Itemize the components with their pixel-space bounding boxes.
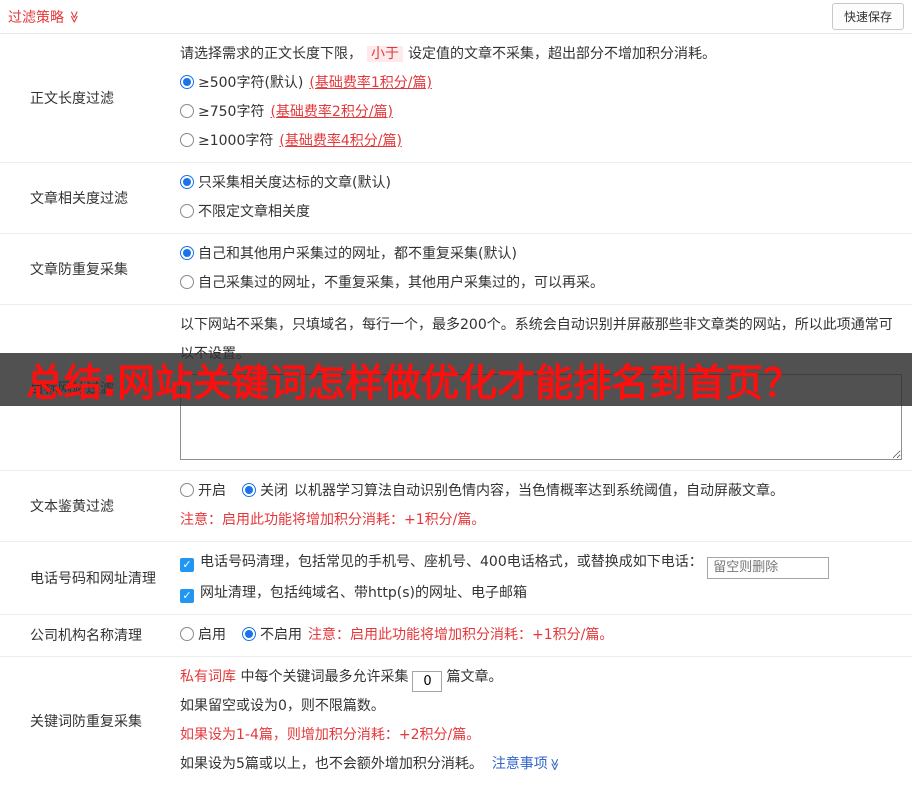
dedupe-option-1: 自己和其他用户采集过的网址，都不重复采集(默认) bbox=[180, 240, 902, 269]
keyword-limit-post: 篇文章。 bbox=[446, 668, 503, 685]
content-length-label: 正文长度过滤 bbox=[30, 91, 114, 107]
checkbox-phone-cleanup[interactable] bbox=[180, 558, 194, 572]
page-title-wrap: 过滤策略 ≫ bbox=[8, 7, 81, 27]
relevance-label: 文章相关度过滤 bbox=[30, 191, 128, 207]
relevance-option-2: 不限定文章相关度 bbox=[180, 198, 902, 227]
radio-dedupe-all-users-label[interactable]: 自己和其他用户采集过的网址，都不重复采集(默认) bbox=[198, 246, 517, 262]
radio-relevance-any[interactable] bbox=[180, 204, 194, 218]
radio-company-on[interactable] bbox=[180, 626, 194, 641]
checkbox-url-cleanup[interactable] bbox=[180, 588, 194, 603]
row-phone-url-cleanup: 电话号码和网址清理 电话号码清理，包括常见的手机号、座机号、400电话格式，或替… bbox=[0, 542, 912, 615]
porn-filter-desc: 以机器学习算法自动识别色情内容，当色情概率达到系统阈值，自动屏蔽文章。 bbox=[294, 483, 784, 499]
dedupe-label: 文章防重复采集 bbox=[30, 262, 128, 278]
row-keyword-dedupe: 关键词防重复采集 私有词库 中每个关键词最多允许采集 篇文章。 如果留空或设为0，… bbox=[0, 657, 912, 785]
radio-dedupe-self-only-label[interactable]: 自己采集过的网址，不重复采集，其他用户采集过的，可以再采。 bbox=[198, 275, 604, 291]
keyword-limit-mid: 中每个关键词最多允许采集 bbox=[236, 668, 409, 685]
radio-750-note: (基础费率2积分/篇) bbox=[270, 104, 394, 120]
row-content-length-filter: 正文长度过滤 请选择需求的正文长度下限， 小于 设定值的文章不采集，超出部分不增加积… bbox=[0, 34, 912, 163]
desc-pre: 请选择需求的正文长度下限， bbox=[180, 46, 362, 62]
company-label: 公司机构名称清理 bbox=[30, 628, 142, 644]
private-lexicon-link[interactable]: 私有词库 bbox=[180, 669, 236, 685]
radio-1000-chars[interactable] bbox=[180, 133, 194, 147]
radio-750-label[interactable]: ≥750字符 bbox=[198, 104, 264, 120]
content-length-desc: 请选择需求的正文长度下限， 小于 设定值的文章不采集，超出部分不增加积分消耗。 bbox=[180, 40, 902, 69]
chevron-down-icon[interactable]: ≫ bbox=[67, 10, 81, 23]
desc-highlight: 小于 bbox=[367, 46, 403, 62]
header-bar: 过滤策略 ≫ 快速保存 bbox=[0, 0, 912, 34]
replacement-phone-input[interactable] bbox=[707, 556, 830, 579]
keyword-limit-line: 私有词库 中每个关键词最多允许采集 篇文章。 bbox=[180, 663, 902, 692]
chevron-down-icon-blue[interactable]: ≫ bbox=[540, 758, 569, 771]
length-option-1000: ≥1000字符 (基础费率4积分/篇) bbox=[180, 127, 902, 156]
porn-filter-label: 文本鉴黄过滤 bbox=[30, 499, 114, 515]
keyword-note-5plus: 如果设为5篇或以上，也不会额外增加积分消耗。 注意事项≫ bbox=[180, 750, 902, 779]
porn-filter-options: 开启 关闭 以机器学习算法自动识别色情内容，当色情概率达到系统阈值，自动屏蔽文章。 bbox=[180, 477, 902, 506]
desc-post: 设定值的文章不采集，超出部分不增加积分消耗。 bbox=[408, 46, 716, 62]
watermark-overlay: 总结:网站关键词怎样做优化才能排名到首页？ bbox=[0, 353, 912, 406]
quick-save-button[interactable]: 快速保存 bbox=[831, 3, 904, 30]
radio-company-on-label[interactable]: 启用 bbox=[198, 627, 226, 643]
radio-porn-off[interactable] bbox=[242, 483, 256, 497]
radio-porn-off-label[interactable]: 关闭 bbox=[260, 483, 288, 499]
row-relevance-filter: 文章相关度过滤 只采集相关度达标的文章(默认) 不限定文章相关度 bbox=[0, 163, 912, 234]
radio-750-chars[interactable] bbox=[180, 104, 194, 118]
page-title: 过滤策略 bbox=[8, 9, 64, 26]
keyword-note-zero: 如果留空或设为0，则不限篇数。 bbox=[180, 697, 385, 714]
phone-cleanup-label[interactable]: 电话号码清理，包括常见的手机号、座机号、400电话格式，或替换成如下电话： bbox=[200, 554, 703, 570]
relevance-option-1: 只采集相关度达标的文章(默认) bbox=[180, 169, 902, 198]
keyword-note-5plus-text: 如果设为5篇或以上，也不会额外增加积分消耗。 bbox=[180, 755, 483, 772]
keyword-note-1-4: 如果设为1-4篇，则增加积分消耗：+2积分/篇。 bbox=[180, 726, 481, 743]
company-options: 启用 不启用 注意：启用此功能将增加积分消耗：+1积分/篇。 bbox=[180, 621, 902, 650]
radio-1000-label[interactable]: ≥1000字符 bbox=[198, 133, 273, 149]
row-porn-filter: 文本鉴黄过滤 开启 关闭 以机器学习算法自动识别色情内容，当色情概率达到系统阈值，自… bbox=[0, 470, 912, 542]
row-dedupe-collection: 文章防重复采集 自己和其他用户采集过的网址，都不重复采集(默认) 自己采集过的网… bbox=[0, 234, 912, 305]
radio-relevance-strict[interactable] bbox=[180, 175, 194, 189]
radio-1000-note: (基础费率4积分/篇) bbox=[279, 133, 402, 149]
length-option-500: ≥500字符(默认) (基础费率1积分/篇) bbox=[180, 69, 902, 98]
radio-company-off[interactable] bbox=[242, 626, 256, 641]
radio-porn-on-label[interactable]: 开启 bbox=[198, 483, 226, 499]
length-option-750: ≥750字符 (基础费率2积分/篇) bbox=[180, 98, 902, 127]
company-warning: 注意：启用此功能将增加积分消耗：+1积分/篇。 bbox=[308, 626, 614, 643]
radio-500-chars[interactable] bbox=[180, 75, 194, 89]
radio-dedupe-all-users[interactable] bbox=[180, 246, 194, 260]
radio-500-note: (基础费率1积分/篇) bbox=[309, 75, 432, 91]
phone-url-label: 电话号码和网址清理 bbox=[30, 570, 156, 587]
url-cleanup-label[interactable]: 网址清理，包括纯域名、带http(s)的网址、电子邮箱 bbox=[200, 585, 527, 601]
keyword-dedupe-label: 关键词防重复采集 bbox=[30, 713, 142, 730]
radio-relevance-strict-label[interactable]: 只采集相关度达标的文章(默认) bbox=[198, 175, 391, 191]
row-company-cleanup: 公司机构名称清理 启用 不启用 注意：启用此功能将增加积分消耗：+1积分/篇。 bbox=[0, 615, 912, 657]
radio-500-label[interactable]: ≥500字符(默认) bbox=[198, 75, 303, 91]
dedupe-option-2: 自己采集过的网址，不重复采集，其他用户采集过的，可以再采。 bbox=[180, 269, 902, 298]
radio-dedupe-self-only[interactable] bbox=[180, 275, 194, 289]
radio-porn-on[interactable] bbox=[180, 483, 194, 497]
watermark-text: 总结:网站关键词怎样做优化才能排名到首页？ bbox=[26, 361, 802, 405]
radio-company-off-label[interactable]: 不启用 bbox=[260, 627, 302, 643]
porn-filter-warning: 注意：启用此功能将增加积分消耗：+1积分/篇。 bbox=[180, 512, 486, 528]
phone-cleanup-line: 电话号码清理，包括常见的手机号、座机号、400电话格式，或替换成如下电话： bbox=[180, 548, 902, 579]
radio-relevance-any-label[interactable]: 不限定文章相关度 bbox=[198, 204, 310, 220]
max-articles-input[interactable] bbox=[412, 670, 443, 692]
url-cleanup-line: 网址清理，包括纯域名、带http(s)的网址、电子邮箱 bbox=[180, 579, 902, 608]
